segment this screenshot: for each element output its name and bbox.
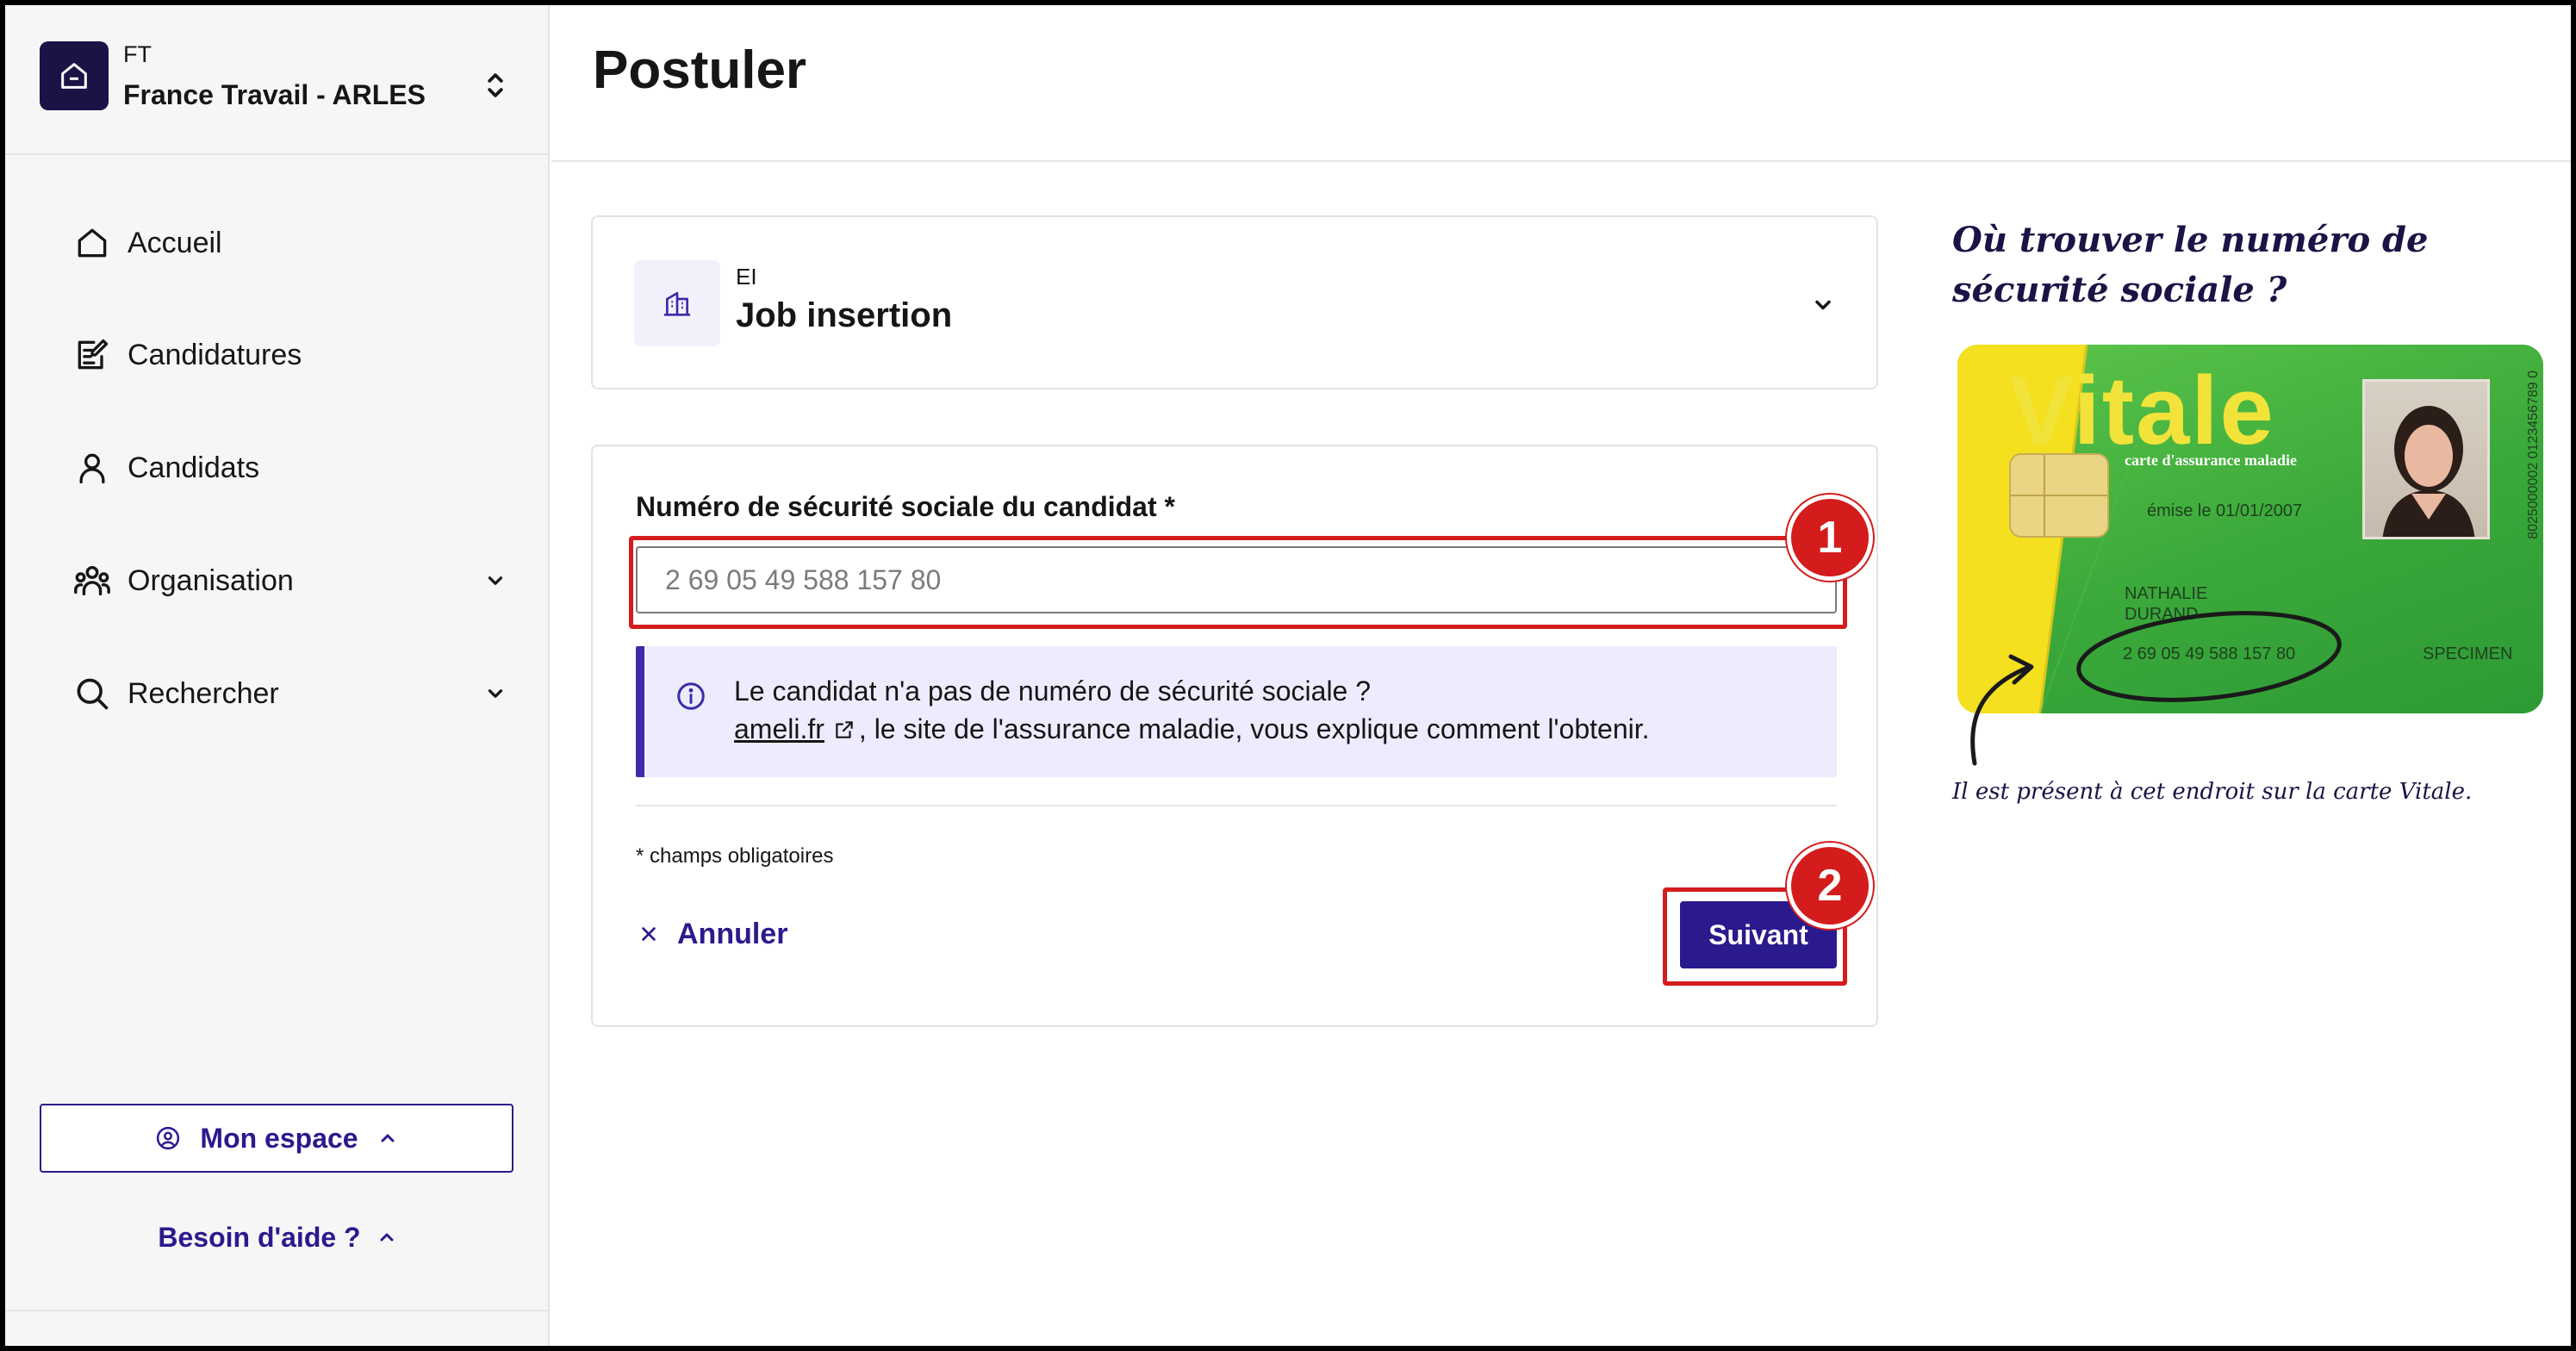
structure-name: Job insertion [736,296,953,334]
info-text-explanation: ameli.fr , le site de l'assurance maladie… [734,713,1650,745]
account-circle-icon [157,1126,180,1150]
edit-list-icon [72,335,112,375]
sidebar-item-organisation[interactable]: Organisation [5,538,550,624]
sidebar-item-label: Organisation [128,563,294,597]
chip-icon [2009,453,2109,538]
help-caption: Il est présent à cet endroit sur la cart… [1952,779,2473,805]
step-badge-2: 2 [1787,843,1873,929]
organization-logo [40,41,109,110]
mon-espace-button[interactable]: Mon espace [40,1104,513,1173]
structure-selector[interactable]: EI Job insertion [591,215,1878,389]
info-link-followup: , le site de l'assurance maladie, vous e… [858,713,1650,744]
specimen-label: SPECIMEN [2423,644,2513,663]
search-icon [72,674,112,713]
sidebar-item-label: Accueil [128,226,222,259]
help-toggle[interactable]: Besoin d'aide ? [5,1211,550,1263]
nir-field-label: Numéro de sécurité sociale du candidat * [636,491,1175,522]
vitale-subtitle: carte d'assurance maladie [2125,451,2297,469]
sidebar-item-accueil[interactable]: Accueil [5,200,550,286]
help-title: Où trouver le numéro de sécurité sociale… [1952,220,2429,310]
divider [5,1310,550,1311]
home-icon [61,63,87,89]
sidebar-item-label: Candidatures [128,338,302,371]
chevron-down-icon [1815,300,1831,310]
home-icon [72,223,112,263]
close-icon [642,927,656,941]
page-header: Postuler [551,5,2571,162]
up-down-chevron-icon [488,73,503,97]
cancel-label: Annuler [677,917,788,950]
sidebar-item-label: Rechercher [128,676,279,710]
vitale-brand: Vitale [2009,357,2275,464]
nir-input[interactable] [636,546,1837,613]
required-fields-note: * champs obligatoires [636,844,834,868]
organization-name: France Travail - ARLES [123,79,426,110]
building-icon [634,260,720,346]
step-badge-1: 1 [1787,495,1873,581]
sidebar-item-rechercher[interactable]: Rechercher [5,651,550,737]
chevron-down-icon [488,576,503,585]
mon-espace-label: Mon espace [200,1122,358,1154]
organization-code: FT [123,41,152,67]
info-icon [677,682,705,710]
chevron-up-icon [380,1233,394,1242]
organization-switcher[interactable]: FT France Travail - ARLES [5,5,550,155]
vitale-issue-date: émise le 01/01/2007 [2147,501,2303,520]
info-text-question: Le candidat n'a pas de numéro de sécurit… [734,676,1372,707]
divider [636,805,1837,806]
external-link-icon [836,721,853,738]
chevron-up-icon [381,1134,395,1142]
help-label: Besoin d'aide ? [158,1221,361,1253]
cancel-button[interactable]: Annuler [639,910,787,958]
structure-kind: EI [736,264,757,290]
sidebar-item-candidats[interactable]: Candidats [5,425,550,511]
vitale-serial: 8025000002 0123456789 0 [2526,370,2541,539]
holder-photo [2362,379,2490,539]
sidebar-item-candidatures[interactable]: Candidatures [5,312,550,398]
ameli-link[interactable]: ameli.fr [734,713,824,744]
hand-drawn-arrow-circle [1970,611,2342,766]
page-title: Postuler [593,40,807,100]
info-notice: Le candidat n'a pas de numéro de sécurit… [636,646,1837,777]
sidebar-item-label: Candidats [128,451,260,484]
team-icon [72,561,112,601]
user-icon [72,448,112,488]
sidebar: FT France Travail - ARLES Accueil Candid… [5,5,550,1346]
chevron-down-icon [488,689,503,698]
nir-form: Numéro de sécurité sociale du candidat *… [591,445,1878,1027]
